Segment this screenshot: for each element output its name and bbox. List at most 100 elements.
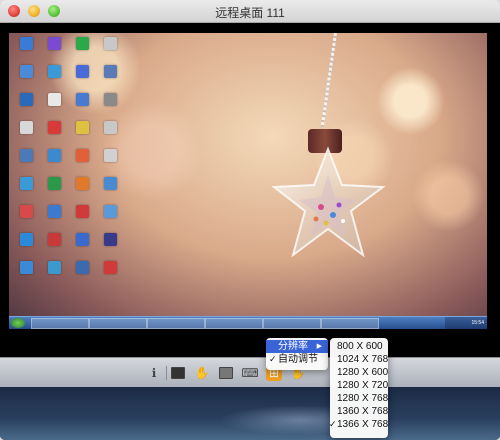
desktop-icon-label [97, 247, 123, 257]
desktop-icon[interactable] [97, 121, 123, 145]
fullscreen-icon[interactable] [170, 365, 186, 381]
desktop-icon[interactable] [41, 205, 67, 229]
desktop-icon-image [19, 149, 33, 162]
desktop-icon[interactable] [41, 233, 67, 257]
desktop-icon-image [103, 233, 117, 246]
desktop-icon-image [47, 233, 61, 246]
desktop-icon-label [69, 79, 95, 89]
desktop-icon[interactable] [13, 149, 39, 173]
desktop-icon[interactable] [69, 233, 95, 257]
desktop-icon[interactable] [41, 177, 67, 201]
desktop-icon-label [13, 247, 39, 257]
desktop-icon[interactable] [13, 65, 39, 89]
necklace-chain [320, 33, 337, 128]
desktop-icon[interactable] [97, 149, 123, 173]
desktop-icon[interactable] [97, 205, 123, 229]
desktop-icon-image [47, 93, 61, 106]
menu-item-label: 1280 X 768 [337, 393, 389, 404]
desktop-icon-label [13, 135, 39, 145]
desktop-icon-image [75, 149, 89, 162]
desktop-icon[interactable] [13, 177, 39, 201]
desktop-icon-image [19, 121, 33, 134]
desktop-icon-image [47, 65, 61, 78]
desktop-icon[interactable] [97, 233, 123, 257]
desktop-icon[interactable] [41, 37, 67, 61]
menu-item-label: 1024 X 768 [337, 354, 389, 365]
start-button[interactable] [11, 318, 25, 328]
resolution-1360x768[interactable]: 1360 X 768 [330, 405, 388, 418]
desktop-icon-label [97, 51, 123, 61]
desktop-icon-image [103, 93, 117, 106]
desktop-icon-label [69, 275, 95, 285]
menu-item-label: 1360 X 768 [337, 406, 389, 417]
desktop-icon[interactable] [41, 121, 67, 145]
desktop-icon-label [13, 191, 39, 201]
screen-icon[interactable] [218, 365, 234, 381]
remote-desktop-screen[interactable]: 15:54 [9, 33, 487, 329]
desktop-icon[interactable] [97, 37, 123, 61]
desktop-icon[interactable] [13, 121, 39, 145]
resolution-1024x768[interactable]: 1024 X 768 [330, 353, 388, 366]
desktop-icon[interactable] [69, 93, 95, 117]
desktop-icon-image [19, 177, 33, 190]
desktop-icon[interactable] [13, 205, 39, 229]
keyboard-icon[interactable]: ⌨ [241, 365, 258, 381]
submenu-arrow-icon: ▶ [316, 343, 322, 350]
desktop-icon[interactable] [69, 205, 95, 229]
desktop-icon[interactable] [69, 65, 95, 89]
desktop-icon-image [19, 233, 33, 246]
menu-item-label: 1366 X 768 [337, 419, 389, 430]
desktop-icon-image [47, 261, 61, 274]
desktop-icon-label [41, 275, 67, 285]
desktop-icon[interactable] [13, 233, 39, 257]
desktop-icon[interactable] [69, 261, 95, 285]
menu-item-auto-adjust[interactable]: ✓ 自动调节 [266, 353, 328, 366]
desktop-icon[interactable] [69, 177, 95, 201]
resolution-800x600[interactable]: 800 X 600 [330, 340, 388, 353]
menu-item-label: 1280 X 720 [337, 380, 389, 391]
taskbar-button[interactable] [263, 318, 321, 329]
system-tray-clock[interactable]: 15:54 [445, 317, 487, 329]
desktop-icon-label [97, 107, 123, 117]
desktop-icon[interactable] [13, 261, 39, 285]
desktop-icon[interactable] [69, 121, 95, 145]
taskbar-button[interactable] [147, 318, 205, 329]
desktop-icon-image [19, 65, 33, 78]
title-bar[interactable]: 远程桌面 111 [0, 0, 500, 23]
menu-item-label: 分辨率 [278, 341, 308, 352]
resolution-1280x600[interactable]: 1280 X 600 [330, 366, 388, 379]
info-icon[interactable]: ℹ [146, 365, 162, 381]
taskbar-button[interactable] [205, 318, 263, 329]
resolution-1366x768[interactable]: ✓ 1366 X 768 [329, 418, 389, 431]
taskbar-button[interactable] [89, 318, 147, 329]
desktop-icon[interactable] [41, 65, 67, 89]
desktop-icon-image [75, 261, 89, 274]
desktop-icon-label [13, 219, 39, 229]
hand-icon[interactable]: ✋ [194, 365, 210, 381]
taskbar-button[interactable] [321, 318, 379, 329]
desktop-icon[interactable] [41, 261, 67, 285]
desktop-icon-label [41, 247, 67, 257]
resolution-1280x768[interactable]: 1280 X 768 [330, 392, 388, 405]
resolution-submenu: 800 X 600 1024 X 768 1280 X 600 1280 X 7… [329, 338, 389, 438]
desktop-icon-image [19, 37, 33, 50]
desktop-icon-image [103, 177, 117, 190]
menu-item-resolution[interactable]: 分辨率 ▶ [266, 340, 328, 353]
desktop-icon[interactable] [69, 37, 95, 61]
desktop-icon-image [75, 205, 89, 218]
desktop-icon[interactable] [97, 261, 123, 285]
desktop-icon[interactable] [41, 93, 67, 117]
resolution-1280x720[interactable]: 1280 X 720 [330, 379, 388, 392]
desktop-icon-label [41, 219, 67, 229]
desktop-icon[interactable] [13, 93, 39, 117]
settings-menu: 分辨率 ▶ ✓ 自动调节 [266, 338, 328, 370]
desktop-icon[interactable] [69, 149, 95, 173]
taskbar-button[interactable] [31, 318, 89, 329]
desktop-icon[interactable] [97, 65, 123, 89]
desktop-icon-image [75, 121, 89, 134]
desktop-icon[interactable] [97, 177, 123, 201]
desktop-icon-image [19, 93, 33, 106]
desktop-icon[interactable] [41, 149, 67, 173]
desktop-icon[interactable] [13, 37, 39, 61]
desktop-icon[interactable] [97, 93, 123, 117]
